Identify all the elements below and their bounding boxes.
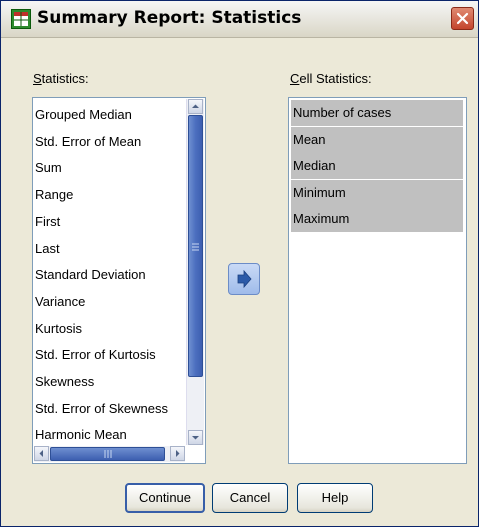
- cell-statistics-list-item[interactable]: Minimum: [291, 179, 463, 206]
- cancel-button[interactable]: Cancel: [212, 483, 288, 513]
- spss-table-icon: [11, 9, 31, 29]
- scroll-thumb[interactable]: [188, 115, 203, 377]
- scroll-down-icon: [192, 436, 199, 440]
- dialog-window: Summary Report: Statistics Statistics: G…: [0, 0, 479, 527]
- cell-statistics-list-item[interactable]: Mean: [291, 126, 463, 153]
- statistics-list-item[interactable]: Last: [35, 236, 181, 262]
- statistics-list-item[interactable]: Skewness: [35, 369, 181, 395]
- cell-statistics-listbox[interactable]: Number of cases Mean Median Minimum Maximum: [288, 97, 467, 464]
- cell-statistics-label: Cell Statistics:: [290, 71, 372, 86]
- scroll-right-button[interactable]: [170, 446, 185, 461]
- statistics-list-item[interactable]: Std. Error of Mean: [35, 129, 181, 155]
- scroll-right-icon: [176, 450, 180, 457]
- cell-statistics-list-item[interactable]: Maximum: [291, 206, 463, 233]
- statistics-list-item[interactable]: Std. Error of Kurtosis: [35, 342, 181, 368]
- close-icon: [456, 12, 469, 25]
- statistics-listbox[interactable]: Grouped Median Std. Error of Mean Sum Range…: [32, 97, 206, 464]
- help-button[interactable]: Help: [297, 483, 373, 513]
- statistics-list-item[interactable]: Grouped Median: [35, 102, 181, 128]
- grip-icon: [104, 450, 112, 458]
- statistics-list-item[interactable]: First: [35, 209, 181, 235]
- close-button[interactable]: [451, 7, 474, 30]
- scroll-up-icon: [192, 104, 199, 108]
- statistics-label: Statistics:: [33, 71, 89, 86]
- grip-icon: [192, 243, 199, 251]
- arrow-right-icon: [237, 269, 252, 289]
- cell-statistics-list-item[interactable]: Median: [291, 153, 463, 180]
- statistics-list-item[interactable]: Range: [35, 182, 181, 208]
- title-bar: Summary Report: Statistics: [1, 1, 478, 38]
- vertical-scrollbar[interactable]: [186, 99, 204, 445]
- statistics-list-item[interactable]: Harmonic Mean: [35, 422, 181, 448]
- statistics-list-item[interactable]: Kurtosis: [35, 316, 181, 342]
- cell-statistics-list-item[interactable]: Number of cases: [291, 100, 463, 126]
- horizontal-scroll-thumb[interactable]: [50, 447, 165, 461]
- statistics-list-item[interactable]: Variance: [35, 289, 181, 315]
- scroll-left-button[interactable]: [34, 446, 49, 461]
- scroll-left-icon: [39, 450, 43, 457]
- window-title: Summary Report: Statistics: [37, 8, 302, 28]
- move-to-cell-statistics-button[interactable]: [228, 263, 260, 295]
- scroll-down-button[interactable]: [188, 430, 203, 445]
- scroll-up-button[interactable]: [188, 99, 203, 114]
- statistics-list-item[interactable]: Standard Deviation: [35, 262, 181, 288]
- horizontal-scrollbar[interactable]: [34, 446, 185, 462]
- statistics-list-item[interactable]: Sum: [35, 155, 181, 181]
- continue-button[interactable]: Continue: [125, 483, 205, 513]
- statistics-list-item[interactable]: Std. Error of Skewness: [35, 396, 181, 422]
